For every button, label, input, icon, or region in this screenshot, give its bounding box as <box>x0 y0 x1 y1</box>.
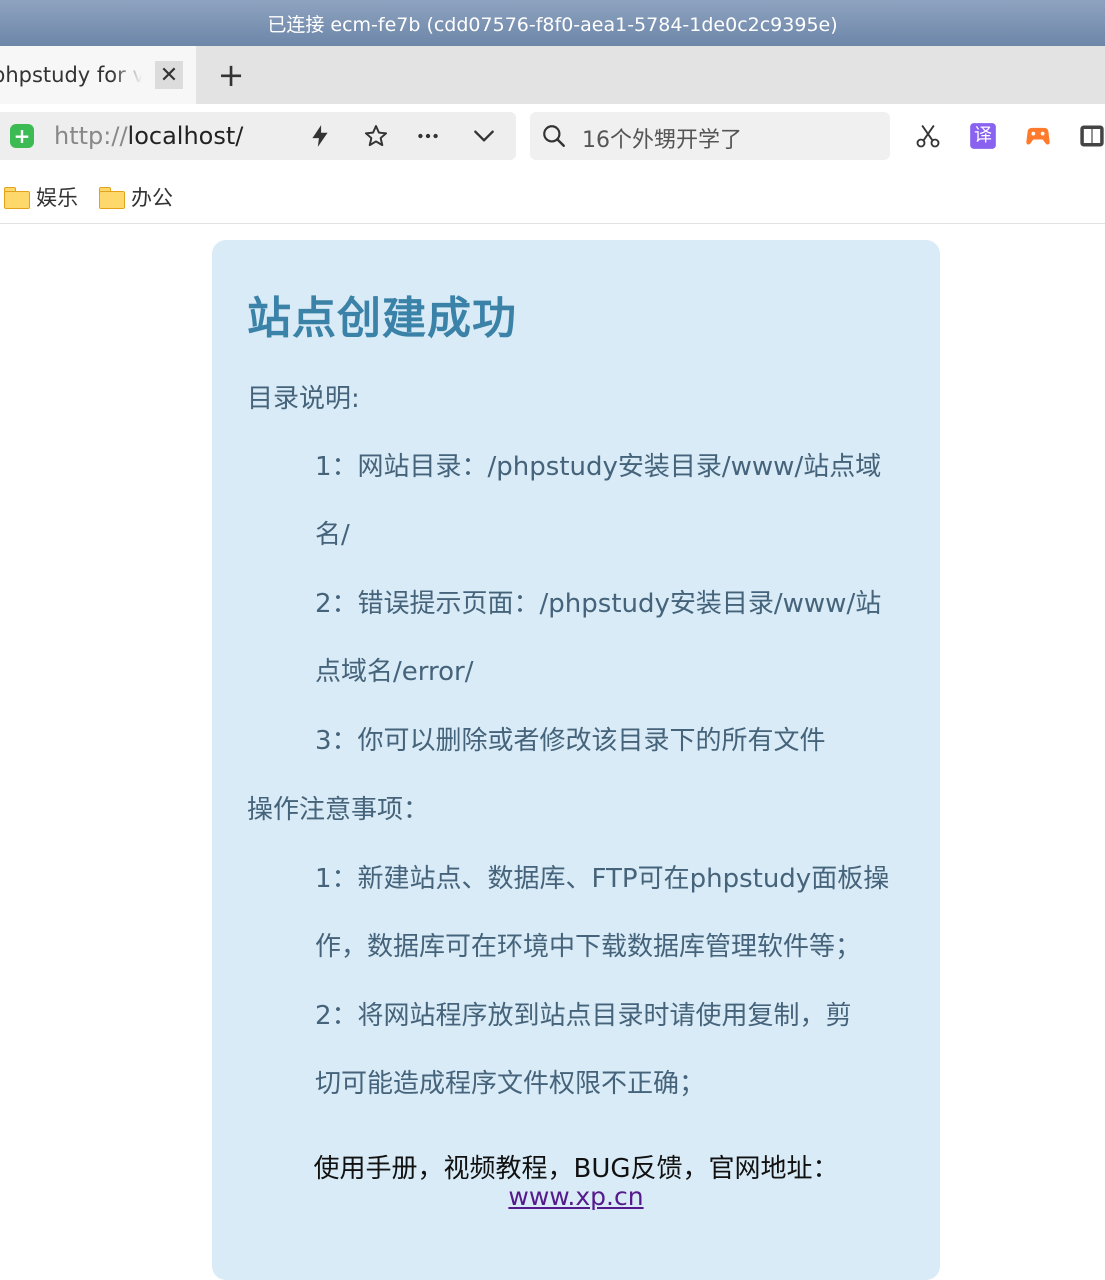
url-host: localhost/ <box>127 122 244 150</box>
footer-text: 使用手册，视频教程，BUG反馈，官网地址： <box>313 1154 839 1184</box>
tab-strip: phpstudy for v ✕ + <box>0 46 1105 104</box>
more-icon[interactable] <box>414 122 442 150</box>
address-bar[interactable]: + http://localhost/ <box>0 112 516 160</box>
directory-line: 3：你可以删除或者修改该目录下的所有文件 <box>315 726 826 756</box>
directory-line: 点域名/error/ <box>315 657 474 687</box>
bookmark-label: 娱乐 <box>36 186 78 210</box>
directory-line: 2：错误提示页面：/phpstudy安装目录/www/站 <box>315 589 882 619</box>
section-heading-notes: 操作注意事项： <box>247 795 430 825</box>
notes-line: 2：将网站程序放到站点目录时请使用复制，剪 <box>315 1001 852 1031</box>
folder-icon <box>4 187 30 209</box>
translate-glyph: 译 <box>974 125 992 146</box>
book-icon[interactable] <box>1078 122 1105 150</box>
translate-icon[interactable]: 译 <box>969 122 997 150</box>
notes-line: 1：新建站点、数据库、FTP可在phpstudy面板操 <box>315 864 890 894</box>
bookmarks-bar: 娱乐 办公 <box>0 168 1105 224</box>
remote-connection-bar: 已连接 ecm-fe7b (cdd07576-f8f0-aea1-5784-1d… <box>0 0 1105 46</box>
section-heading-directory: 目录说明: <box>247 384 360 414</box>
url-text[interactable]: http://localhost/ <box>54 122 243 150</box>
notes-line: 作，数据库可在环境中下载数据库管理软件等； <box>315 932 862 962</box>
browser-toolbar: + http://localhost/ 16个外甥开学了 译 <box>0 104 1105 168</box>
folder-icon <box>99 187 125 209</box>
bookmark-folder-entertainment[interactable]: 娱乐 <box>4 182 78 212</box>
directory-line: 1：网站目录：/phpstudy安装目录/www/站点域 <box>315 452 882 482</box>
lightning-icon[interactable] <box>306 122 334 150</box>
bookmark-label: 办公 <box>131 186 173 210</box>
directory-line: 名/ <box>315 520 350 550</box>
tab-phpstudy[interactable]: phpstudy for v ✕ <box>0 46 196 104</box>
connection-title: 已连接 ecm-fe7b (cdd07576-f8f0-aea1-5784-1d… <box>267 13 838 36</box>
close-tab-button[interactable]: ✕ <box>155 61 183 89</box>
shield-icon: + <box>10 124 34 148</box>
search-input[interactable]: 16个外甥开学了 <box>530 112 890 160</box>
game-icon[interactable] <box>1024 122 1052 150</box>
chevron-down-icon[interactable] <box>470 122 498 150</box>
scissors-icon[interactable] <box>914 122 942 150</box>
search-placeholder: 16个外甥开学了 <box>582 128 742 153</box>
official-site-link[interactable]: www.xp.cn <box>508 1182 643 1211</box>
new-tab-button[interactable]: + <box>214 56 248 94</box>
url-scheme: http:// <box>54 122 128 150</box>
star-icon[interactable] <box>362 122 390 150</box>
tab-title: phpstudy for v <box>0 63 142 87</box>
search-icon <box>540 122 568 150</box>
content-card: 站点创建成功 目录说明: 1：网站目录：/phpstudy安装目录/www/站点… <box>212 240 940 1280</box>
notes-line: 切可能造成程序文件权限不正确； <box>315 1069 706 1099</box>
page-title: 站点创建成功 <box>247 293 517 344</box>
footer-link-wrapper: www.xp.cn <box>212 1182 940 1211</box>
bookmark-folder-office[interactable]: 办公 <box>99 182 173 212</box>
